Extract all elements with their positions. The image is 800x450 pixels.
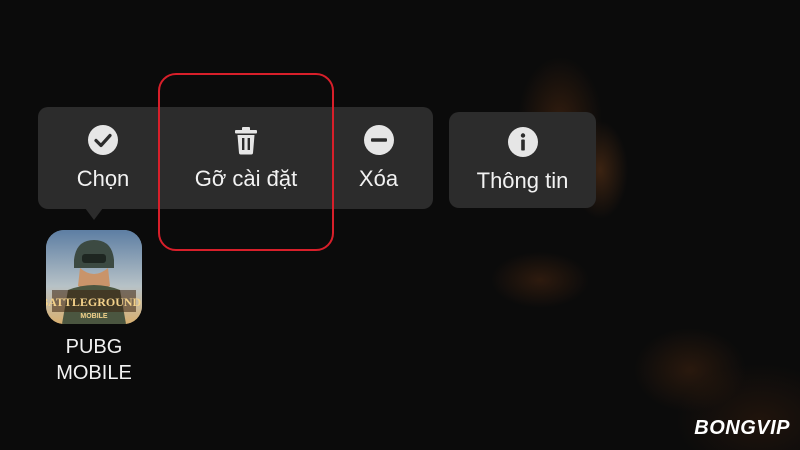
app-name-line-2: MOBILE (56, 362, 132, 384)
select-menu-label: Chọn (76, 166, 130, 191)
app-icon-subtitle: MOBILE (80, 313, 108, 320)
watermark-logo: BONGVIP (694, 417, 790, 439)
remove-menu-label: Xóa (358, 166, 399, 191)
select-menu-item[interactable]: Chọn (46, 107, 160, 209)
app-name-line-1: PUBG (65, 336, 123, 358)
pubg-artwork-icon: BATTLEGROUNDS MOBILE (46, 230, 142, 324)
remove-menu-item[interactable]: Xóa (330, 107, 427, 209)
highlight-box (158, 73, 334, 251)
app-info-menu-label: Thông tin (476, 168, 569, 193)
app-info-menu-item[interactable]: Thông tin (449, 112, 596, 208)
pubg-mobile-app-icon[interactable]: BATTLEGROUNDS MOBILE (46, 230, 142, 324)
menu-pointer-arrow (85, 208, 103, 220)
app-name: PUBG MOBILE (56, 334, 132, 386)
check-circle-icon (88, 125, 118, 155)
app-icon-title: BATTLEGROUNDS (46, 295, 142, 309)
pubg-mobile-app[interactable]: BATTLEGROUNDS MOBILE PUBG MOBILE (44, 230, 144, 386)
info-circle-icon (507, 127, 538, 157)
minus-circle-icon (363, 125, 394, 155)
